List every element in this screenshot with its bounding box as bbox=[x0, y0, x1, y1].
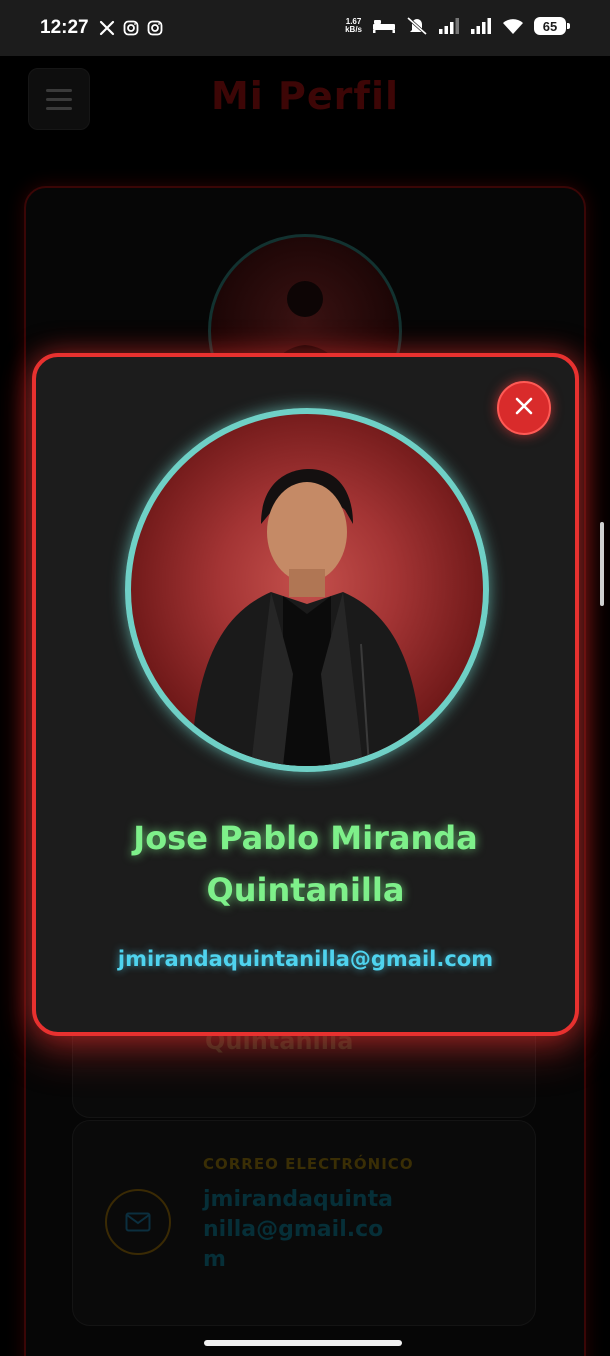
home-indicator[interactable] bbox=[204, 1340, 402, 1346]
system-icons: 1.67 kB/s 65 bbox=[345, 16, 570, 36]
notification-icons bbox=[99, 20, 163, 36]
email-label: CORREO ELECTRÓNICO bbox=[203, 1155, 414, 1173]
scrollbar[interactable] bbox=[600, 522, 604, 606]
net-speed: 1.67 kB/s bbox=[345, 18, 362, 34]
status-bar: 12:27 1.67 kB/s 65 bbox=[0, 0, 610, 56]
instagram-icon bbox=[147, 20, 163, 36]
close-icon bbox=[514, 396, 534, 420]
net-speed-unit: kB/s bbox=[345, 25, 362, 34]
profile-photo bbox=[125, 408, 489, 772]
profile-name: Jose Pablo Miranda Quintanilla bbox=[133, 819, 478, 909]
status-time: 12:27 bbox=[40, 17, 89, 38]
mute-icon bbox=[406, 16, 428, 36]
close-button[interactable] bbox=[497, 381, 551, 435]
mail-icon bbox=[105, 1189, 171, 1255]
email-value: jmirandaquintanilla@gmail.com bbox=[203, 1187, 393, 1272]
profile-email: jmirandaquintanilla@gmail.com bbox=[117, 947, 494, 971]
battery-indicator: 65 bbox=[534, 17, 570, 35]
page-title: Mi Perfil bbox=[210, 74, 399, 118]
signal-icon bbox=[470, 17, 492, 35]
bed-icon bbox=[372, 18, 396, 34]
profile-photo-modal: Jose Pablo Miranda Quintanilla jmirandaq… bbox=[32, 353, 579, 1036]
x-icon bbox=[99, 20, 115, 36]
email-info-card: CORREO ELECTRÓNICO jmirandaquintanilla@g… bbox=[72, 1120, 536, 1326]
instagram-icon bbox=[123, 20, 139, 36]
signal-icon bbox=[438, 17, 460, 35]
wifi-icon bbox=[502, 17, 524, 35]
